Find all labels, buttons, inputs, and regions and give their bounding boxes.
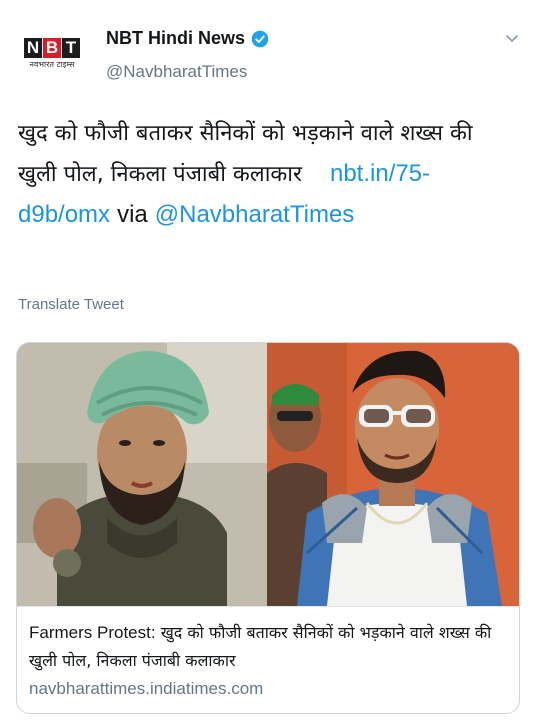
logo-letter-n: N [24, 38, 42, 58]
card-divider [17, 606, 519, 607]
card-image[interactable] [17, 343, 519, 606]
verified-badge-icon [251, 30, 269, 47]
card-domain: navbharattimes.indiatimes.com [29, 679, 264, 698]
account-handle[interactable]: @NavbharatTimes [106, 62, 247, 82]
man-in-turban-illustration [17, 343, 267, 606]
logo-letter-b: B [43, 38, 61, 58]
card-image-left [17, 343, 267, 606]
account-name[interactable]: NBT Hindi News [106, 28, 245, 49]
logo-subtext: नवभारत टाइम्स [29, 60, 75, 69]
card-title[interactable]: Farmers Protest: खुद को फौजी बताकर सैनिक… [29, 619, 509, 675]
card-image-right [267, 343, 519, 606]
tweet-via: via [117, 201, 148, 228]
logo-letter-t: T [62, 38, 80, 58]
tweet-text: खुद को फौजी बताकर सैनिकों को भड़काने वाल… [18, 114, 518, 236]
tweet-mention[interactable]: @NavbharatTimes [155, 201, 355, 228]
chevron-down-icon[interactable] [504, 30, 520, 46]
nbt-logo[interactable]: N B T नवभारत टाइम्स [21, 38, 83, 72]
man-in-sunglasses-illustration [267, 343, 519, 606]
link-preview-card[interactable]: Farmers Protest: खुद को फौजी बताकर सैनिक… [16, 342, 520, 714]
translate-tweet-link[interactable]: Translate Tweet [18, 296, 124, 313]
card-title-prefix: Farmers Protest: [29, 623, 156, 642]
account-name-row[interactable]: NBT Hindi News [106, 28, 269, 49]
